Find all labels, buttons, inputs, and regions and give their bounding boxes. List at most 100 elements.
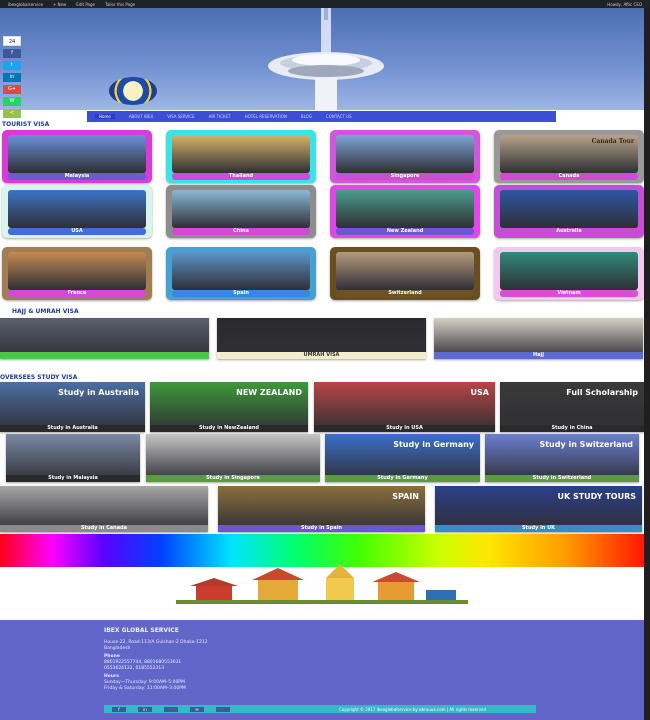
googleplus-share-icon[interactable]: G+ [3, 85, 21, 94]
tourist-canada-card[interactable]: Canada Tour Canada [494, 130, 644, 183]
site-logo[interactable] [109, 77, 157, 105]
study-3-caption: Full Scholarship [566, 388, 638, 397]
footer-other-icon[interactable] [216, 706, 230, 712]
hajj-2-label: Hajj [434, 352, 643, 359]
admin-user-menu[interactable]: Howdy, Aftic CEO [607, 2, 642, 7]
study-5-card[interactable]: Study in Singapore [146, 434, 320, 482]
tourist-australia-card[interactable]: Australia [494, 185, 644, 238]
whatsapp-share-icon[interactable]: W [3, 97, 21, 106]
tourist-china-photo [172, 190, 310, 228]
tourist-spain-label: Spain [172, 290, 310, 297]
tourist-thailand-card[interactable]: Thailand [166, 130, 316, 183]
study-4-label: Study in Malaysia [6, 475, 140, 482]
study-1-card[interactable]: NEW ZEALAND Study in NewZealand [150, 382, 308, 432]
tourist-vietnam-label: Vietnam [500, 290, 638, 297]
linkedin-share-icon[interactable]: in [3, 73, 21, 82]
tourist-switzerland-photo [336, 252, 474, 290]
nav-hotel[interactable]: HOTEL RESERVATION [245, 114, 287, 119]
admin-bar: ibexglobalservice + New Edit Page Tailor… [0, 0, 650, 8]
admin-edit-link[interactable]: Edit Page [76, 2, 95, 7]
hajj-0-card[interactable] [0, 318, 209, 359]
admin-tailor-link[interactable]: Tailor this Page [105, 2, 135, 7]
study-7-label: Study in Switzerland [485, 475, 639, 482]
tourist-vietnam-photo [500, 252, 638, 290]
site-footer: IBEX GLOBAL SERVICE House-22, Road-113/A… [0, 620, 644, 720]
study-0-label: Study in Australia [0, 425, 145, 432]
study-3-label: Study in China [500, 425, 644, 432]
tourist-new-zealand-card[interactable]: New Zealand [330, 185, 480, 238]
study-7-caption: Study in Switzerland [539, 440, 633, 449]
admin-new-link[interactable]: + New [53, 2, 66, 7]
study-6-caption: Study in Germany [393, 440, 474, 449]
tourist-spain-card[interactable]: Spain [166, 247, 316, 300]
hajj-2-card[interactable]: Hajj [434, 318, 643, 359]
study-6-card[interactable]: Study in Germany Study in Germany [325, 434, 480, 482]
tourist-switzerland-label: Switzerland [336, 290, 474, 297]
rainbow-banner [0, 534, 644, 567]
tourist-switzerland-card[interactable]: Switzerland [330, 247, 480, 300]
study-7-card[interactable]: Study in Switzerland Study in Switzerland [485, 434, 639, 482]
nav-air-ticket[interactable]: AIR TICKET [209, 114, 231, 119]
tourist-france-label: France [8, 290, 146, 297]
tourist-usa-label: USA [8, 228, 146, 235]
footer-facebook-icon[interactable]: f [112, 706, 126, 712]
nav-about[interactable]: ABOUT IBEX [129, 114, 153, 119]
tourist-singapore-card[interactable]: Singapore [330, 130, 480, 183]
footer-hours-2: Friday & Saturday: 11:00AM–3:00PM [104, 686, 186, 691]
scrollbar[interactable] [644, 8, 650, 720]
study-1-label: Study in NewZealand [150, 425, 308, 432]
share-count: 24 [3, 36, 21, 46]
study-9-card[interactable]: SPAIN Study in Spain [218, 486, 425, 532]
main-nav: Home ABOUT IBEX VISA SERVICE AIR TICKET … [87, 111, 556, 122]
nav-contact[interactable]: CONTACT US [326, 114, 352, 119]
tower-illustration [268, 8, 384, 110]
share-sidebar: 24 f t in G+ W < [3, 36, 21, 118]
tourist-malaysia-label: Malaysia [8, 173, 146, 180]
hero-banner [0, 8, 644, 110]
study-6-label: Study in Germany [325, 475, 480, 482]
tourist-malaysia-card[interactable]: Malaysia [2, 130, 152, 183]
nav-visa[interactable]: VISA SERVICE [167, 114, 194, 119]
footer-title: IBEX GLOBAL SERVICE [104, 627, 179, 634]
footer-country: Bangladesh [104, 646, 131, 651]
study-0-card[interactable]: Study in Australia Study in Australia [0, 382, 145, 432]
twitter-share-icon[interactable]: t [3, 61, 21, 70]
tourist-thailand-photo [172, 135, 310, 173]
copyright-bar: f in ✉ Copyright © 2017 ibexglobalservic… [104, 705, 536, 713]
facebook-share-icon[interactable]: f [3, 49, 21, 58]
admin-site-link[interactable]: ibexglobalservice [8, 2, 43, 7]
footer-social-icon[interactable] [164, 706, 178, 712]
study-8-card[interactable]: Study in Canada [0, 486, 208, 532]
tourist-new-zealand-label: New Zealand [336, 228, 474, 235]
study-5-label: Study in Singapore [146, 475, 320, 482]
tourist-singapore-photo [336, 135, 474, 173]
tourist-malaysia-photo [8, 135, 146, 173]
nav-home[interactable]: Home [95, 114, 115, 119]
tourist-france-card[interactable]: France [2, 247, 152, 300]
study-3-card[interactable]: Full Scholarship Study in China [500, 382, 644, 432]
tourist-usa-card[interactable]: USA [2, 185, 152, 238]
tourist-france-photo [8, 252, 146, 290]
tourist-usa-photo [8, 190, 146, 228]
nav-blog[interactable]: BLOG [301, 114, 312, 119]
tourist-vietnam-card[interactable]: Vietnam [494, 247, 644, 300]
study-9-caption: SPAIN [392, 492, 419, 501]
study-10-card[interactable]: UK STUDY TOURS Study in UK [435, 486, 642, 532]
tourist-australia-photo [500, 190, 638, 228]
tourist-australia-label: Australia [500, 228, 638, 235]
temple-illustration [176, 564, 468, 604]
more-share-icon[interactable]: < [3, 109, 21, 118]
page: 24 f t in G+ W < Home ABOUT IBEX VISA SE… [0, 8, 644, 720]
tourist-china-card[interactable]: China [166, 185, 316, 238]
footer-social-links: f in ✉ [104, 706, 230, 712]
footer-phone-2: 0553624122, 0185552313 [104, 666, 165, 671]
footer-linkedin-icon[interactable]: in [138, 706, 152, 712]
footer-mail-icon[interactable]: ✉ [190, 706, 204, 712]
section-hajj-title: HAJJ & UMRAH VISA [12, 308, 79, 315]
study-2-card[interactable]: USA Study in USA [314, 382, 495, 432]
copyright-text: Copyright © 2017 ibexglobalservice by ab… [339, 706, 486, 712]
section-study-title: OVERSEES STUDY VISA [0, 374, 78, 381]
tourist-spain-photo [172, 252, 310, 290]
study-4-card[interactable]: Study in Malaysia [6, 434, 140, 482]
hajj-1-card[interactable]: UMRAH VISA [217, 318, 426, 359]
